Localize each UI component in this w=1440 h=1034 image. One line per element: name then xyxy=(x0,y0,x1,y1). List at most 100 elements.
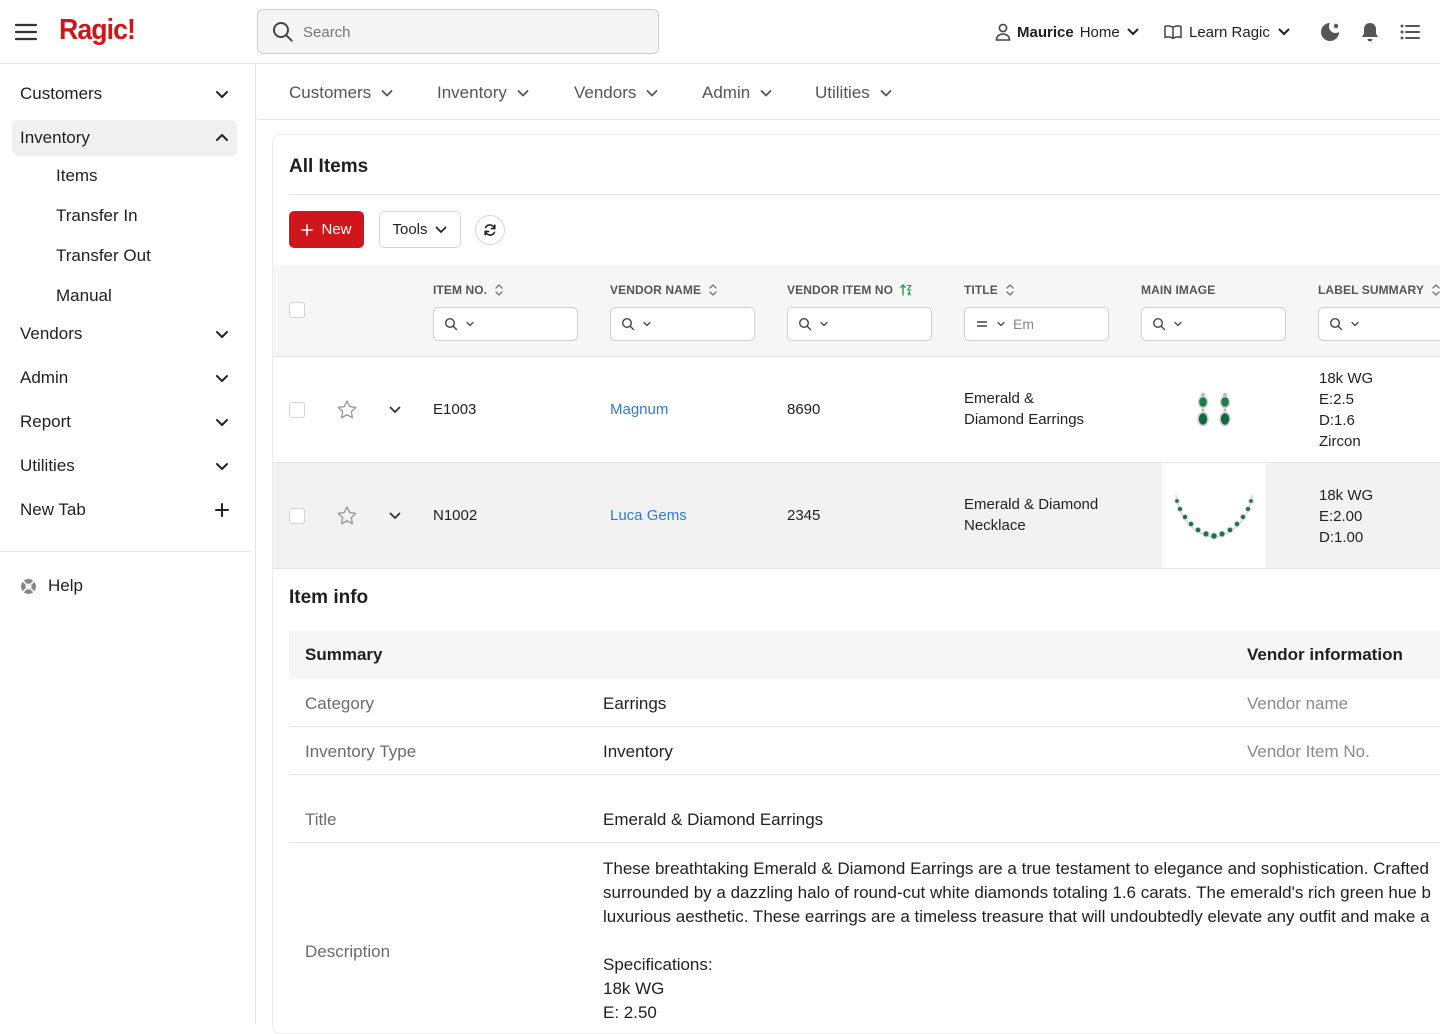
tools-button-label: Tools xyxy=(392,221,428,238)
vendor-name-link[interactable]: Luca Gems xyxy=(610,505,687,526)
new-button[interactable]: New xyxy=(289,211,364,248)
search-icon xyxy=(621,317,635,331)
row-checkbox[interactable] xyxy=(289,508,305,524)
necklace-image[interactable] xyxy=(1162,463,1266,568)
info-row-inventory-type: Inventory Type Inventory Vendor Item No. xyxy=(289,727,1440,775)
vendor-name-link[interactable]: Magnum xyxy=(610,399,668,420)
chevron-down-icon xyxy=(213,325,231,343)
chevron-down-icon xyxy=(996,319,1006,329)
chevron-down-icon xyxy=(819,319,829,329)
bell-icon[interactable] xyxy=(1358,20,1382,44)
tab-label: Inventory xyxy=(437,83,507,102)
vendor-field-label: Vendor Item No. xyxy=(1247,742,1370,761)
chevron-down-icon xyxy=(465,319,475,329)
chevron-down-icon[interactable] xyxy=(388,509,402,523)
sort-icon xyxy=(707,283,719,297)
chevron-down-icon xyxy=(644,85,660,101)
sidebar-subitem-transfer-in[interactable]: Transfer In xyxy=(56,201,138,231)
filter-title[interactable]: Em xyxy=(964,307,1109,341)
chevron-down-icon xyxy=(213,369,231,387)
column-label: ITEM NO. xyxy=(433,283,488,297)
search-box[interactable] xyxy=(257,9,659,54)
column-label: TITLE xyxy=(964,283,998,297)
star-icon[interactable] xyxy=(336,399,358,421)
vendor-item-no-cell: 2345 xyxy=(787,507,821,524)
chevron-down-icon xyxy=(1277,25,1291,39)
learn-ragic-label: Learn Ragic xyxy=(1189,23,1270,41)
sidebar-item-new-tab[interactable]: New Tab xyxy=(12,492,237,528)
column-header-vendor-item-no[interactable]: VENDOR ITEM NO xyxy=(787,283,913,297)
chevron-down-icon[interactable] xyxy=(388,403,402,417)
field-label: Title xyxy=(305,810,337,829)
new-button-label: New xyxy=(321,221,352,238)
spec-line: E: 2.50 xyxy=(603,1003,657,1022)
vendor-item-no-cell: 8690 xyxy=(787,401,821,418)
field-value[interactable]: Earrings xyxy=(603,694,666,714)
tab-utilities[interactable]: Utilities xyxy=(815,81,894,105)
column-header-title[interactable]: TITLE xyxy=(964,283,1016,297)
filter-vendor-item-no[interactable] xyxy=(787,307,932,341)
vendor-field-label: Vendor name xyxy=(1247,694,1349,713)
earrings-image[interactable] xyxy=(1162,357,1266,462)
user-menu[interactable]: Maurice Home xyxy=(995,20,1140,44)
description-text[interactable]: These breathtaking Emerald & Diamond Ear… xyxy=(603,857,1440,1025)
tab-inventory[interactable]: Inventory xyxy=(437,81,531,105)
help-link[interactable]: Help xyxy=(20,576,83,596)
sidebar-item-label: Customers xyxy=(20,84,103,103)
ragic-logo[interactable]: Ragic! xyxy=(59,14,136,47)
learn-ragic-menu[interactable]: Learn Ragic xyxy=(1164,20,1291,44)
label-summary-line: 18k WG xyxy=(1319,487,1374,504)
sidebar-item-utilities[interactable]: Utilities xyxy=(12,448,237,484)
sidebar-subitem-transfer-out[interactable]: Transfer Out xyxy=(56,241,151,271)
theme-icon[interactable] xyxy=(1318,20,1342,44)
tab-label: Admin xyxy=(702,83,751,102)
sidebar-item-vendors[interactable]: Vendors xyxy=(12,316,237,352)
sidebar-item-report[interactable]: Report xyxy=(12,404,237,440)
column-header-label-summary[interactable]: LABEL SUMMARY xyxy=(1318,283,1440,297)
chevron-down-icon xyxy=(515,85,531,101)
items-card: All Items New Tools ITEM NO. VENDOR NAME… xyxy=(272,134,1440,1034)
filter-item-no[interactable] xyxy=(433,307,578,341)
table-row[interactable]: N1002 Luca Gems 2345 Emerald & Diamond N… xyxy=(273,463,1440,569)
table-header: ITEM NO. VENDOR NAME VENDOR ITEM NO TITL… xyxy=(273,265,1440,357)
hamburger-icon[interactable] xyxy=(14,20,38,44)
field-label: Category xyxy=(305,694,374,713)
column-header-item-no[interactable]: ITEM NO. xyxy=(433,283,505,297)
sidebar-divider xyxy=(0,551,250,552)
field-value[interactable]: Inventory xyxy=(603,742,673,762)
search-icon xyxy=(272,21,294,43)
chevron-down-icon xyxy=(758,85,774,101)
row-checkbox[interactable] xyxy=(289,402,305,418)
sidebar-item-inventory[interactable]: Inventory xyxy=(12,120,237,156)
table-row[interactable]: E1003 Magnum 8690 Emerald & Diamond Earr… xyxy=(273,357,1440,463)
search-input[interactable] xyxy=(303,21,643,43)
list-icon[interactable] xyxy=(1398,20,1422,44)
field-value[interactable]: Emerald & Diamond Earrings xyxy=(603,810,823,830)
filter-main-image[interactable] xyxy=(1141,307,1286,341)
filter-vendor-name[interactable] xyxy=(610,307,755,341)
star-icon[interactable] xyxy=(336,505,358,527)
title-line: Emerald & Diamond xyxy=(964,496,1099,513)
tab-vendors[interactable]: Vendors xyxy=(574,81,660,105)
item-no-cell: E1003 xyxy=(433,401,477,418)
column-header-vendor-name[interactable]: VENDOR NAME xyxy=(610,283,719,297)
summary-heading: Summary xyxy=(305,645,383,664)
filter-label-summary[interactable] xyxy=(1318,307,1440,341)
sidebar-item-customers[interactable]: Customers xyxy=(12,76,237,112)
sidebar-subitem-manual[interactable]: Manual xyxy=(56,281,112,311)
sidebar-item-label: Admin xyxy=(20,368,69,387)
tools-button[interactable]: Tools xyxy=(379,211,461,248)
search-icon xyxy=(798,317,812,331)
title-line: Necklace xyxy=(964,517,1026,534)
sidebar-subitem-items[interactable]: Items xyxy=(56,161,98,191)
refresh-button[interactable] xyxy=(475,215,505,245)
tab-admin[interactable]: Admin xyxy=(702,81,774,105)
filter-title-value: Em xyxy=(1013,316,1034,332)
label-summary-line: E:2.00 xyxy=(1319,508,1363,525)
item-info-title: Item info xyxy=(289,587,369,608)
sidebar-item-admin[interactable]: Admin xyxy=(12,360,237,396)
select-all-checkbox[interactable] xyxy=(289,302,305,318)
user-icon xyxy=(995,23,1011,41)
tab-customers[interactable]: Customers xyxy=(289,81,395,105)
column-header-main-image[interactable]: MAIN IMAGE xyxy=(1141,283,1215,297)
